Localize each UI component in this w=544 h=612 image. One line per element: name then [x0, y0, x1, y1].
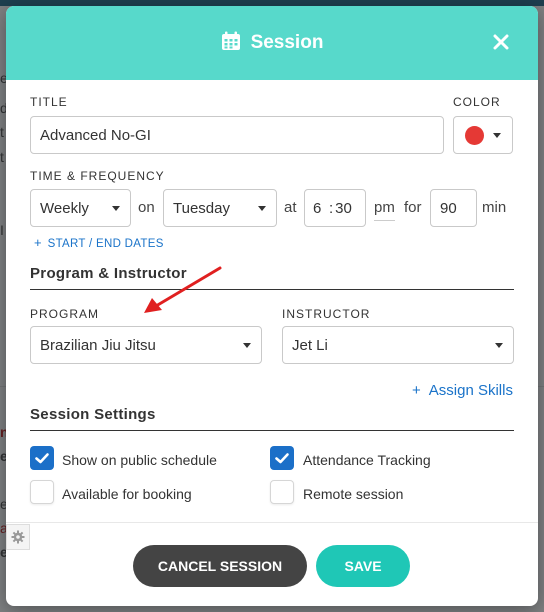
remote-session-label: Remote session: [303, 486, 404, 502]
min-text: min: [482, 199, 507, 216]
footer-divider: [6, 522, 538, 523]
time-frequency-label: TIME & FREQUENCY: [30, 169, 165, 183]
duration-input[interactable]: 90: [430, 189, 477, 227]
frequency-value: Weekly: [40, 199, 89, 217]
title-label: TITLE: [30, 95, 68, 109]
chevron-down-icon: [243, 343, 251, 348]
plus-icon: +: [34, 235, 42, 250]
public-schedule-checkbox[interactable]: [30, 446, 54, 470]
attendance-tracking-checkbox[interactable]: [270, 446, 294, 470]
modal-title: Session: [250, 32, 324, 53]
program-value: Brazilian Jiu Jitsu: [40, 336, 156, 354]
day-select[interactable]: Tuesday: [163, 189, 277, 227]
chevron-down-icon: [112, 206, 120, 211]
section-divider: [30, 289, 514, 290]
chevron-down-icon: [495, 343, 503, 348]
check-icon: [275, 453, 289, 464]
duration-value: 90: [440, 199, 457, 217]
instructor-select[interactable]: Jet Li: [282, 326, 514, 364]
section-divider: [30, 430, 514, 431]
session-modal: Session TITLE Advanced No-GI COLOR TIME …: [6, 6, 538, 606]
start-end-dates-link[interactable]: + START / END DATES: [34, 235, 164, 250]
cancel-session-button[interactable]: CANCEL SESSION: [133, 545, 307, 587]
ampm-select[interactable]: pm: [374, 199, 395, 221]
title-input-value: Advanced No-GI: [40, 126, 151, 144]
color-swatch: [465, 126, 484, 145]
hour-value[interactable]: 6: [313, 200, 327, 217]
available-booking-label: Available for booking: [62, 486, 192, 502]
program-instructor-title: Program & Instructor: [30, 265, 187, 282]
color-label: COLOR: [453, 95, 501, 109]
modal-header: Session: [6, 6, 538, 80]
day-value: Tuesday: [173, 199, 230, 217]
time-colon: :: [329, 199, 334, 217]
title-input[interactable]: Advanced No-GI: [30, 116, 444, 154]
attendance-tracking-label: Attendance Tracking: [303, 452, 431, 468]
chevron-down-icon: [493, 133, 501, 138]
assign-skills-label: Assign Skills: [428, 382, 513, 399]
assign-skills-link[interactable]: + Assign Skills: [412, 382, 513, 399]
available-booking-checkbox[interactable]: [30, 480, 54, 504]
for-text: for: [404, 199, 422, 216]
public-schedule-label: Show on public schedule: [62, 452, 217, 468]
instructor-value: Jet Li: [292, 336, 328, 354]
minute-value[interactable]: 30: [335, 200, 352, 217]
chevron-down-icon: [258, 206, 266, 211]
gear-icon[interactable]: [6, 524, 30, 550]
plus-icon: +: [412, 382, 421, 399]
close-icon[interactable]: [492, 33, 510, 51]
remote-session-checkbox[interactable]: [270, 480, 294, 504]
time-input[interactable]: 6 : 30: [304, 189, 366, 227]
color-picker[interactable]: [453, 116, 513, 154]
on-text: on: [138, 199, 155, 216]
frequency-select[interactable]: Weekly: [30, 189, 131, 227]
calendar-icon: [221, 31, 241, 56]
instructor-label: INSTRUCTOR: [282, 307, 371, 321]
save-button[interactable]: SAVE: [316, 545, 410, 587]
at-text: at: [284, 199, 297, 216]
program-label: PROGRAM: [30, 307, 100, 321]
start-end-dates-label: START / END DATES: [47, 238, 164, 250]
session-settings-title: Session Settings: [30, 406, 156, 423]
program-select[interactable]: Brazilian Jiu Jitsu: [30, 326, 262, 364]
check-icon: [35, 453, 49, 464]
